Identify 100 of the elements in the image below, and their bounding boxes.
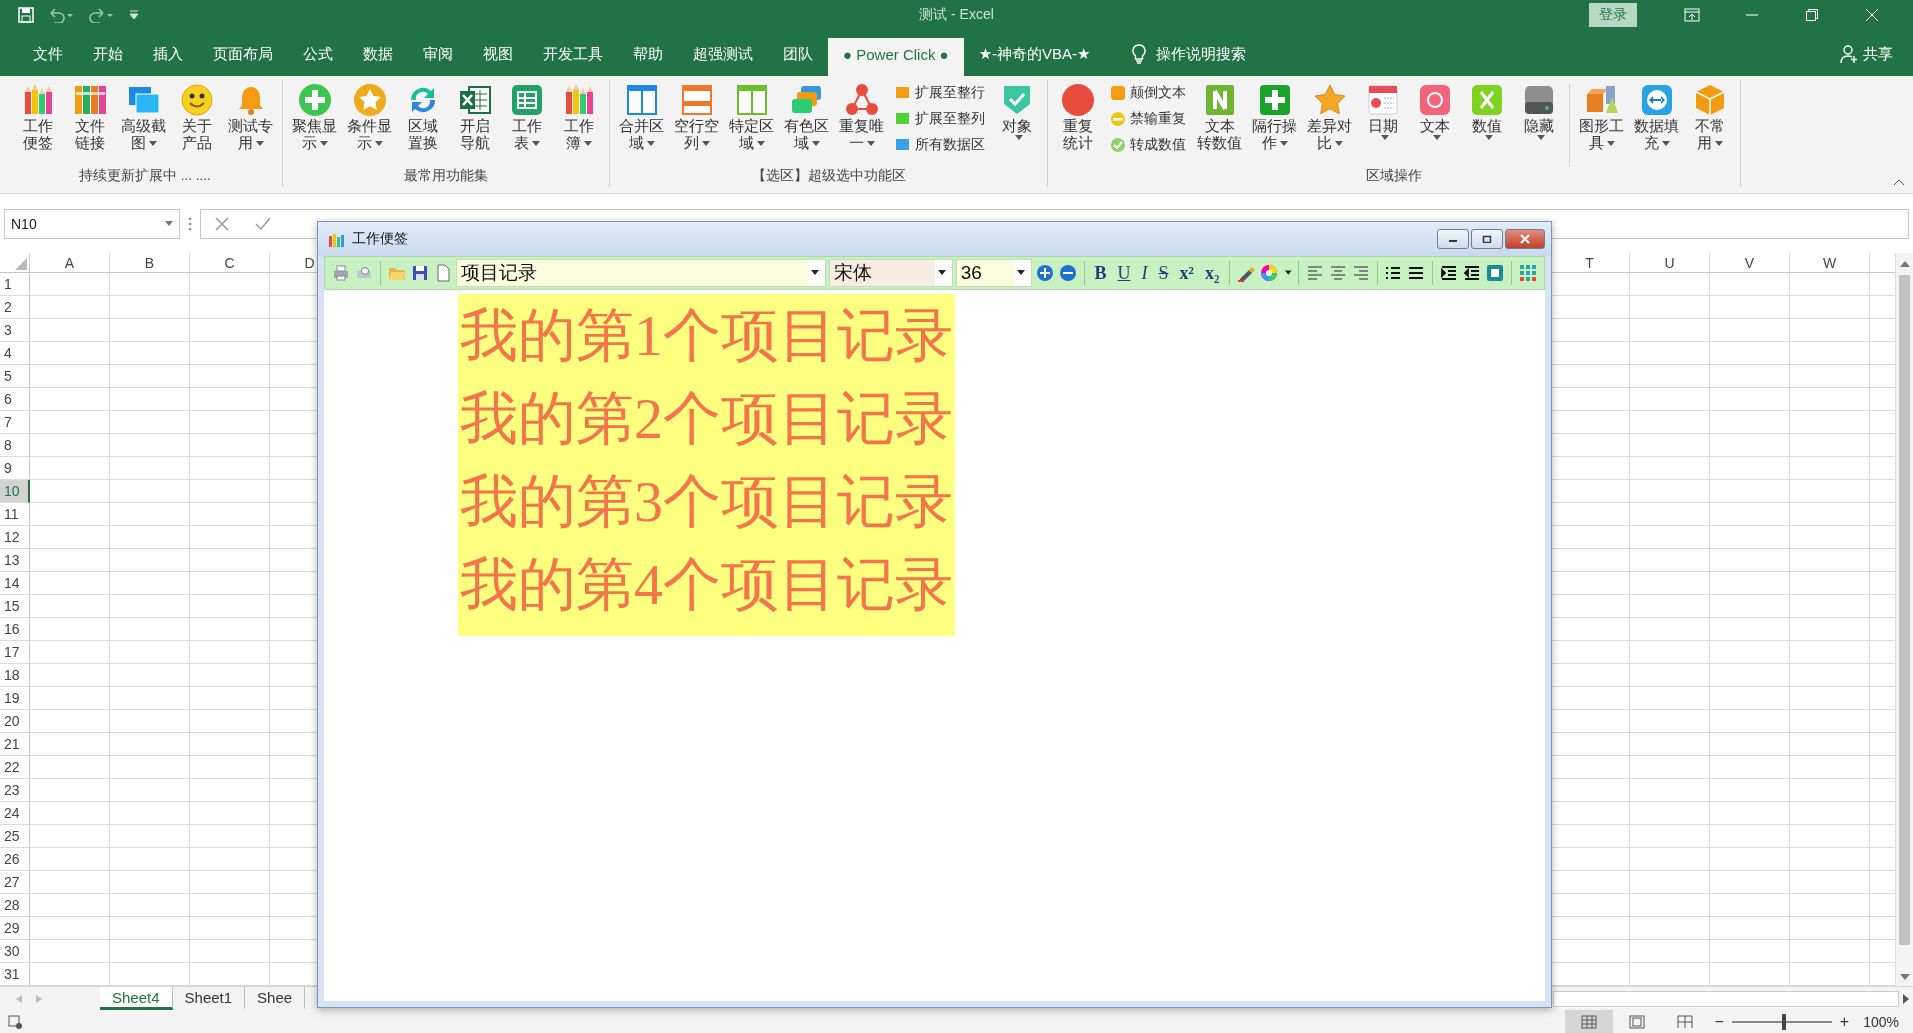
ribbon-button[interactable]: 条件显 示 xyxy=(342,80,397,154)
ribbon-button[interactable]: 关于 产品 xyxy=(171,80,223,154)
ribbon-button[interactable]: 合并区 域 xyxy=(614,80,669,154)
search-button[interactable]: 操作说明搜索 xyxy=(1119,38,1258,76)
ribbon-small-button[interactable]: 转成数值 xyxy=(1108,134,1188,156)
ribbon-button[interactable]: 区域 置换 xyxy=(397,80,449,154)
row-header[interactable]: 19 xyxy=(0,687,30,710)
ribbon-tab[interactable]: 开发工具 xyxy=(528,38,618,76)
row-header[interactable]: 15 xyxy=(0,595,30,618)
format-button[interactable]: S xyxy=(1154,262,1173,284)
row-header[interactable]: 11 xyxy=(0,503,30,526)
cancel-icon[interactable] xyxy=(215,216,229,231)
ribbon-button[interactable]: 测试专 用 xyxy=(223,80,278,154)
ribbon-button[interactable]: 隐藏 xyxy=(1513,80,1565,143)
ribbon-tab[interactable]: ★-神奇的VBA-★ xyxy=(963,38,1106,76)
next-sheet-icon[interactable] xyxy=(36,994,42,1003)
ribbon-button[interactable]: 开启 导航 xyxy=(449,80,501,154)
ribbon-small-button[interactable]: 所有数据区 xyxy=(893,134,987,156)
column-header[interactable]: A xyxy=(64,254,75,271)
ribbon-small-button[interactable]: 颠倒文本 xyxy=(1108,82,1188,104)
ribbon-button[interactable]: 重复 统计 xyxy=(1052,80,1104,154)
format-button[interactable]: x₂ xyxy=(1200,262,1224,284)
printer-button[interactable] xyxy=(331,263,351,283)
row-header[interactable]: 26 xyxy=(0,848,30,871)
ribbon-small-button[interactable]: 扩展至整列 xyxy=(893,108,987,130)
row-header[interactable]: 31 xyxy=(0,963,30,986)
column-header[interactable]: B xyxy=(144,254,155,271)
row-header[interactable]: 8 xyxy=(0,434,30,457)
ribbon-tab[interactable]: 插入 xyxy=(138,38,198,76)
ribbon-button[interactable]: 空行空 列 xyxy=(669,80,724,154)
row-header[interactable]: 9 xyxy=(0,457,30,480)
ribbon-button[interactable]: 隔行操 作 xyxy=(1247,80,1302,154)
normal-view-button[interactable] xyxy=(1564,1010,1613,1033)
row-header[interactable]: 25 xyxy=(0,825,30,848)
ribbon-button[interactable]: 工作 表 xyxy=(501,80,553,154)
row-header[interactable]: 23 xyxy=(0,779,30,802)
zoom-out-button[interactable] xyxy=(1057,263,1078,283)
ribbon-button[interactable]: 文本 转数值 xyxy=(1192,80,1247,154)
ribbon-tab[interactable]: 页面布局 xyxy=(198,38,288,76)
row-header[interactable]: 13 xyxy=(0,549,30,572)
name-box[interactable]: N10 xyxy=(4,208,180,239)
ribbon-button[interactable]: 特定区 域 xyxy=(724,80,779,154)
column-header[interactable]: U xyxy=(1664,254,1675,271)
row-header[interactable]: 2 xyxy=(0,296,30,319)
minimize-button[interactable] xyxy=(1437,229,1469,249)
row-header[interactable]: 29 xyxy=(0,917,30,940)
row-header[interactable]: 20 xyxy=(0,710,30,733)
row-header[interactable]: 6 xyxy=(0,388,30,411)
ribbon-tab[interactable]: 团队 xyxy=(768,38,828,76)
color-grid-button[interactable] xyxy=(1518,263,1539,283)
row-header[interactable]: 5 xyxy=(0,365,30,388)
font-select[interactable]: 宋体 xyxy=(829,259,953,287)
close-button[interactable] xyxy=(1505,229,1545,249)
maximize-button[interactable] xyxy=(1471,229,1503,249)
format-button[interactable]: I xyxy=(1137,262,1152,284)
ribbon-button[interactable]: 有色区 域 xyxy=(779,80,834,154)
format-button[interactable]: U xyxy=(1113,262,1135,284)
scrollbar-thumb[interactable] xyxy=(1899,275,1910,945)
row-header[interactable]: 28 xyxy=(0,894,30,917)
ribbon-button[interactable]: 工作 便签 xyxy=(12,80,64,154)
row-header[interactable]: 16 xyxy=(0,618,30,641)
sign-in-button[interactable]: 登录 xyxy=(1589,3,1637,27)
ribbon-tab[interactable]: 数据 xyxy=(348,38,408,76)
color-wheel-button[interactable] xyxy=(1259,263,1280,283)
ribbon-button[interactable]: 聚焦显 示 xyxy=(287,80,342,154)
row-header[interactable]: 17 xyxy=(0,641,30,664)
column-header[interactable]: C xyxy=(224,254,235,271)
ribbon-tab[interactable]: 超强测试 xyxy=(678,38,768,76)
select-all-icon[interactable] xyxy=(15,258,27,270)
ribbon-small-button[interactable]: 禁输重复 xyxy=(1108,108,1188,130)
row-header[interactable]: 14 xyxy=(0,572,30,595)
row-header[interactable]: 21 xyxy=(0,733,30,756)
format-button[interactable]: x² xyxy=(1175,262,1198,284)
check-icon[interactable] xyxy=(255,216,271,231)
ribbon-button[interactable]: 重复唯 一 xyxy=(834,80,889,154)
ribbon-button[interactable]: 对象 xyxy=(991,80,1043,143)
ribbon-button[interactable]: 图形工 具 xyxy=(1574,80,1629,154)
ribbon-button[interactable]: 数值 xyxy=(1461,80,1513,143)
row-header[interactable]: 1 xyxy=(0,273,30,296)
row-header[interactable]: 7 xyxy=(0,411,30,434)
row-header[interactable]: 30 xyxy=(0,940,30,963)
ribbon-button[interactable]: 工作 簿 xyxy=(553,80,605,154)
frame-button[interactable] xyxy=(1485,263,1506,283)
ribbon-tab[interactable]: 帮助 xyxy=(618,38,678,76)
column-header[interactable]: V xyxy=(1744,254,1755,271)
column-header[interactable]: W xyxy=(1822,254,1837,271)
ribbon-button[interactable]: 日期 xyxy=(1357,80,1409,143)
macro-record-icon[interactable] xyxy=(8,1014,22,1029)
row-header[interactable]: 12 xyxy=(0,526,30,549)
row-header[interactable]: 24 xyxy=(0,802,30,825)
sheet-tab[interactable]: Sheet4 xyxy=(100,987,173,1010)
ribbon-small-button[interactable]: 扩展至整行 xyxy=(893,82,987,104)
horizontal-scrollbar[interactable] xyxy=(1553,990,1899,1007)
ribbon-tab[interactable]: 开始 xyxy=(78,38,138,76)
ribbon-tab[interactable]: 公式 xyxy=(288,38,348,76)
share-button[interactable]: 共享 xyxy=(1839,38,1893,76)
row-header[interactable]: 22 xyxy=(0,756,30,779)
zoom-thumb[interactable] xyxy=(1781,1013,1786,1030)
ribbon-button[interactable]: 文件 链接 xyxy=(64,80,116,154)
row-header[interactable]: 3 xyxy=(0,319,30,342)
